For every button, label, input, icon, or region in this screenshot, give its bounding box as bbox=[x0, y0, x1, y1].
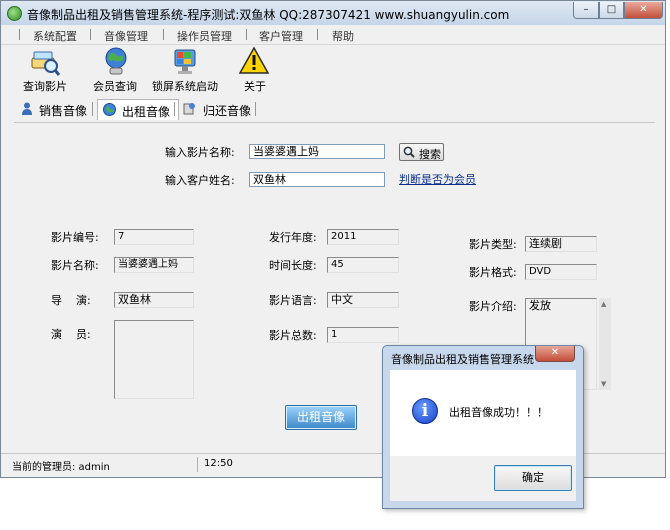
tab-label: 销售音像 bbox=[39, 104, 88, 118]
toolbar-label: 关于 bbox=[244, 80, 266, 93]
total-count-field[interactable]: 1 bbox=[327, 327, 399, 343]
minimize-button[interactable]: – bbox=[573, 2, 599, 19]
film-id-field[interactable]: 7 bbox=[114, 229, 194, 245]
film-title-label: 影片名称: bbox=[51, 259, 99, 272]
language-field[interactable]: 中文 bbox=[327, 292, 399, 308]
duration-field[interactable]: 45 bbox=[327, 257, 399, 273]
magnifier-icon bbox=[403, 146, 415, 158]
menu-media-management[interactable]: 音像管理 bbox=[104, 28, 148, 44]
toolbar-label: 查询影片 bbox=[23, 80, 67, 93]
menu-help[interactable]: 帮助 bbox=[332, 28, 354, 44]
lock-screen-icon bbox=[174, 49, 196, 74]
toolbar-lock-screen-button[interactable]: 锁屏系统启动 bbox=[151, 44, 223, 94]
customer-name-input[interactable]: 双鱼林 bbox=[249, 172, 385, 187]
tab-strip: 销售音像 出租音像 归还音像 bbox=[1, 96, 665, 122]
rent-media-button[interactable]: 出租音像 bbox=[285, 405, 357, 430]
actors-label: 演 员: bbox=[51, 328, 91, 341]
status-time: 12:50 bbox=[204, 458, 233, 469]
customer-name-label: 输入客户姓名: bbox=[165, 174, 235, 187]
scroll-down-icon[interactable]: ▼ bbox=[601, 380, 606, 388]
actors-field[interactable] bbox=[114, 320, 194, 399]
tab-label: 归还音像 bbox=[203, 104, 252, 118]
close-button[interactable]: ✕ bbox=[624, 2, 663, 19]
film-format-label: 影片格式: bbox=[469, 266, 517, 279]
return-icon bbox=[183, 103, 195, 115]
status-separator bbox=[197, 457, 198, 472]
menu-separator bbox=[19, 29, 20, 40]
total-count-label: 影片总数: bbox=[269, 329, 317, 342]
menu-bar: 系统配置 音像管理 操作员管理 客户管理 帮助 bbox=[1, 25, 665, 45]
tab-rent-media[interactable]: 出租音像 bbox=[97, 99, 179, 120]
dialog-title: 音像制品出租及销售管理系统 bbox=[391, 353, 534, 366]
status-admin: 当前的管理员: admin bbox=[12, 462, 110, 473]
menu-separator bbox=[317, 29, 318, 40]
scroll-up-icon[interactable]: ▲ bbox=[601, 300, 606, 308]
globe-person-icon bbox=[105, 47, 127, 75]
tab-separator bbox=[92, 102, 93, 116]
message-dialog: 音像制品出租及销售管理系统 ✕ i 出租音像成功！！！ 确定 bbox=[382, 345, 584, 509]
director-field[interactable]: 双鱼林 bbox=[114, 292, 194, 308]
menu-system-config[interactable]: 系统配置 bbox=[33, 28, 77, 44]
toolbar: 查询影片 会员查询 锁屏系统启动 关于 bbox=[1, 44, 665, 96]
menu-separator bbox=[246, 29, 247, 40]
app-icon bbox=[7, 6, 22, 21]
toolbar-query-film-button[interactable]: 查询影片 bbox=[20, 44, 74, 94]
film-type-field[interactable]: 连续剧 bbox=[525, 236, 597, 252]
dialog-message: 出租音像成功！！！ bbox=[449, 406, 548, 419]
tab-return-media[interactable]: 归还音像 bbox=[179, 99, 251, 119]
intro-scrollbar[interactable]: ▲ ▼ bbox=[599, 298, 611, 390]
info-icon: i bbox=[412, 398, 438, 424]
film-name-input[interactable]: 当婆婆遇上妈 bbox=[249, 144, 385, 159]
dialog-close-button[interactable]: ✕ bbox=[535, 346, 575, 362]
tab-label: 出租音像 bbox=[122, 105, 171, 119]
menu-separator bbox=[90, 29, 91, 40]
tab-sales-media[interactable]: 销售音像 bbox=[17, 99, 87, 119]
film-intro-label: 影片介绍: bbox=[469, 300, 517, 313]
duration-label: 时间长度: bbox=[269, 259, 317, 272]
menu-operator-management[interactable]: 操作员管理 bbox=[177, 28, 232, 44]
film-type-label: 影片类型: bbox=[469, 238, 517, 251]
film-search-icon bbox=[31, 51, 60, 76]
warning-icon bbox=[239, 46, 269, 74]
film-format-field[interactable]: DVD bbox=[525, 264, 597, 280]
globe-icon bbox=[103, 103, 116, 116]
release-year-label: 发行年度: bbox=[269, 231, 317, 244]
search-button[interactable]: 搜索 bbox=[399, 143, 444, 161]
check-member-link[interactable]: 判断是否为会员 bbox=[399, 171, 476, 187]
title-bar[interactable]: 音像制品出租及销售管理系统-程序测试:双鱼林 QQ:287307421 www.… bbox=[1, 1, 665, 25]
film-title-field[interactable]: 当婆婆遇上妈 bbox=[114, 257, 194, 273]
menu-separator bbox=[163, 29, 164, 40]
search-button-label: 搜索 bbox=[419, 148, 441, 161]
window-title: 音像制品出租及销售管理系统-程序测试:双鱼林 QQ:287307421 www.… bbox=[27, 8, 510, 22]
release-year-field[interactable]: 2011 bbox=[327, 229, 399, 245]
film-name-label: 输入影片名称: bbox=[165, 146, 235, 159]
tab-separator bbox=[174, 102, 175, 116]
toolbar-member-query-button[interactable]: 会员查询 bbox=[90, 44, 144, 94]
language-label: 影片语言: bbox=[269, 294, 317, 307]
film-id-label: 影片编号: bbox=[51, 231, 99, 244]
ok-button[interactable]: 确定 bbox=[494, 465, 572, 491]
toolbar-about-button[interactable]: 关于 bbox=[235, 44, 275, 94]
director-label: 导 演: bbox=[51, 294, 91, 307]
toolbar-label: 锁屏系统启动 bbox=[152, 80, 218, 93]
person-icon bbox=[22, 102, 32, 115]
maximize-button[interactable]: □ bbox=[599, 2, 624, 19]
menu-customer-management[interactable]: 客户管理 bbox=[259, 28, 303, 44]
tab-separator bbox=[255, 102, 256, 116]
toolbar-label: 会员查询 bbox=[93, 80, 137, 93]
